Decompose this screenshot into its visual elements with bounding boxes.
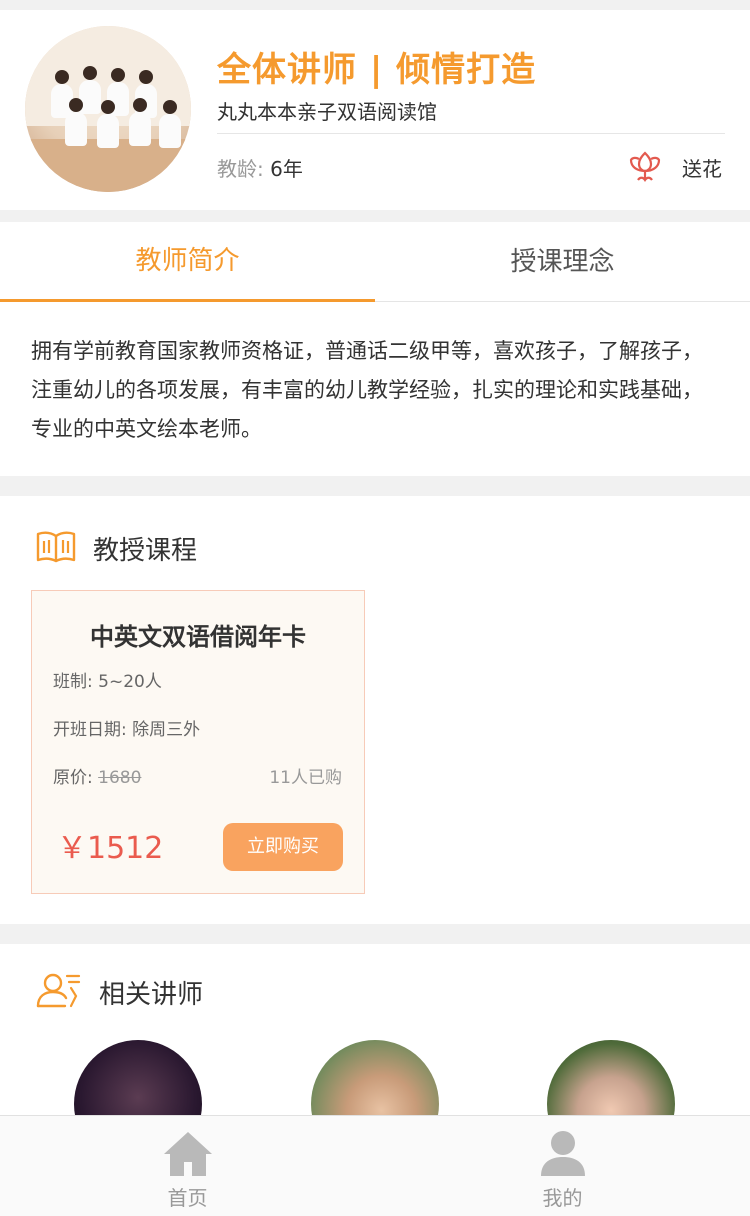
nav-mine-label: 我的 bbox=[542, 1186, 583, 1210]
teacher-header: 全体讲师 | 倾情打造 丸丸本本亲子双语阅读馆 教龄: 6年 送花 bbox=[0, 10, 750, 210]
flower-icon bbox=[629, 151, 661, 182]
buyers-count: 11人已购 bbox=[269, 768, 342, 788]
photo-person bbox=[79, 80, 101, 114]
course-schedule: 开班日期: 除周三外 bbox=[53, 715, 200, 740]
class-size-label: 班制: bbox=[53, 672, 93, 692]
user-icon bbox=[541, 1131, 585, 1176]
teacher-avatar bbox=[25, 26, 191, 192]
nav-mine[interactable]: 我的 bbox=[375, 1116, 750, 1216]
orig-price-label: 原价: bbox=[53, 768, 93, 788]
nav-home-label: 首页 bbox=[167, 1186, 208, 1210]
related-title: 相关讲师 bbox=[99, 980, 204, 1010]
schedule-label: 开班日期: bbox=[53, 720, 127, 740]
photo-person bbox=[101, 100, 115, 114]
nav-home[interactable]: 首页 bbox=[0, 1116, 375, 1216]
intro-panel: 拥有学前教育国家教师资格证，普通话二级甲等，喜欢孩子，了解孩子，注重幼儿的各项发… bbox=[0, 302, 750, 476]
send-flower-label: 送花 bbox=[682, 157, 722, 181]
course-class-size: 班制: 5~20人 bbox=[53, 667, 162, 692]
photo-person bbox=[163, 100, 177, 114]
photo-person bbox=[55, 70, 69, 84]
course-name: 中英文双语借阅年卡 bbox=[90, 623, 306, 651]
teaching-age: 教龄: 6年 bbox=[217, 153, 303, 182]
photo-person bbox=[83, 66, 97, 80]
teacher-detail-page: 全体讲师 | 倾情打造 丸丸本本亲子双语阅读馆 教龄: 6年 送花 教师简介 授… bbox=[0, 0, 750, 1216]
courses-section: 教授课程 中英文双语借阅年卡 班制: 5~20人 开班日期: 除周三外 原价: … bbox=[0, 496, 750, 924]
home-icon bbox=[164, 1132, 212, 1176]
intro-text: 拥有学前教育国家教师资格证，普通话二级甲等，喜欢孩子，了解孩子，注重幼儿的各项发… bbox=[31, 339, 703, 441]
photo-person bbox=[69, 98, 83, 112]
photo-person bbox=[65, 112, 87, 146]
teaching-age-label: 教龄: bbox=[217, 157, 264, 181]
teacher-title: 全体讲师 | 倾情打造 bbox=[217, 50, 537, 90]
teacher-icon bbox=[36, 973, 81, 1008]
class-size-value: 5~20人 bbox=[98, 672, 162, 692]
teaching-age-value: 6年 bbox=[270, 157, 303, 181]
photo-person bbox=[139, 70, 153, 84]
photo-person bbox=[111, 68, 125, 82]
photo-person bbox=[159, 114, 181, 148]
course-card[interactable]: 中英文双语借阅年卡 班制: 5~20人 开班日期: 除周三外 原价: 1680 … bbox=[31, 590, 365, 894]
buy-now-button[interactable]: 立即购买 bbox=[223, 823, 343, 871]
tab-bar: 教师简介 授课理念 bbox=[0, 222, 750, 302]
courses-title: 教授课程 bbox=[93, 536, 198, 566]
divider bbox=[217, 133, 725, 134]
course-original-price: 原价: 1680 bbox=[53, 763, 141, 788]
photo-person bbox=[133, 98, 147, 112]
tab-teaching-philosophy[interactable]: 授课理念 bbox=[375, 222, 750, 302]
tab-teacher-intro[interactable]: 教师简介 bbox=[0, 222, 375, 302]
photo-person bbox=[129, 112, 151, 146]
orig-price-value: 1680 bbox=[98, 768, 142, 788]
send-flower-button[interactable]: 送花 bbox=[626, 145, 736, 185]
course-price: ￥1512 bbox=[57, 831, 164, 866]
book-icon bbox=[36, 531, 76, 563]
schedule-value: 除周三外 bbox=[132, 720, 201, 740]
bottom-nav: 首页 我的 bbox=[0, 1115, 750, 1216]
teacher-org: 丸丸本本亲子双语阅读馆 bbox=[217, 100, 437, 124]
photo-person bbox=[97, 114, 119, 148]
